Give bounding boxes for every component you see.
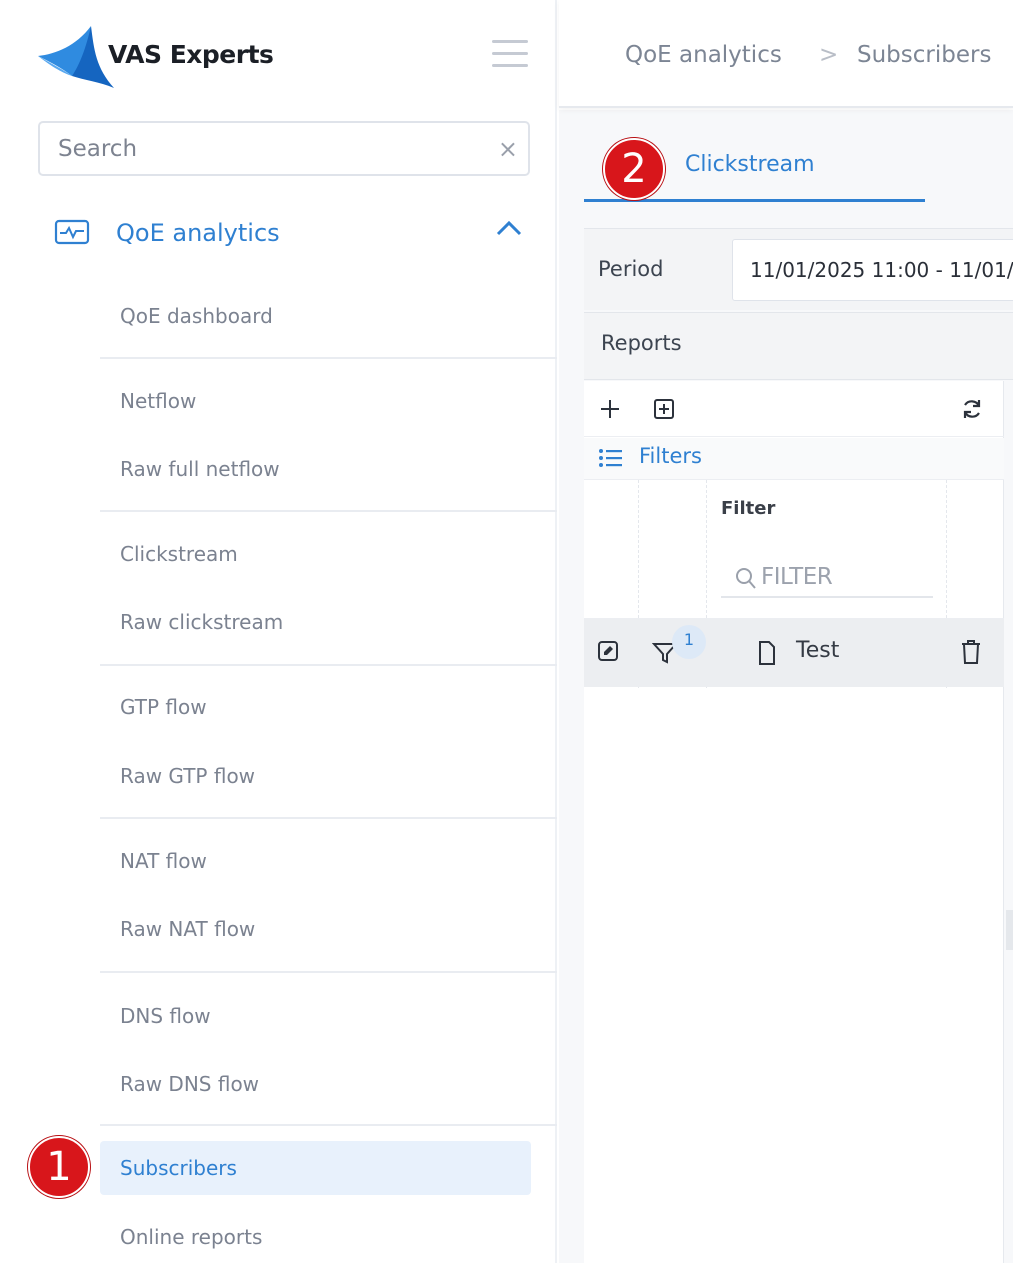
sidebar-item-dns-flow[interactable]: DNS flow (100, 991, 557, 1041)
divider (100, 664, 557, 666)
sidebar: VAS Experts × QoE analytics QoE dashboar… (0, 0, 557, 1263)
search-input[interactable] (40, 123, 460, 174)
filter-count-badge: 1 (672, 625, 706, 659)
add-box-icon[interactable] (648, 393, 680, 425)
refresh-icon[interactable] (956, 393, 988, 425)
trash-icon[interactable] (960, 639, 982, 665)
report-name[interactable]: Test (796, 638, 839, 663)
sidebar-item-raw-dns-flow[interactable]: Raw DNS flow (100, 1059, 557, 1109)
sidebar-item-raw-clickstream[interactable]: Raw clickstream (100, 597, 557, 647)
sidebar-item-gtp-flow[interactable]: GTP flow (100, 682, 557, 732)
divider (100, 817, 557, 819)
breadcrumb-item-subscribers: Subscribers (857, 42, 992, 68)
sidebar-item-online-reports[interactable]: Online reports (100, 1212, 557, 1262)
sidebar-item-qoe-dashboard[interactable]: QoE dashboard (100, 291, 557, 341)
sidebar-item-raw-full-netflow[interactable]: Raw full netflow (100, 444, 557, 494)
reports-header: Reports (584, 312, 1013, 380)
sidebar-item-clickstream[interactable]: Clickstream (100, 529, 557, 579)
breadcrumb-separator: > (819, 42, 839, 68)
sidebar-item-label: Online reports (120, 1225, 263, 1249)
sidebar-item-label: Raw clickstream (120, 610, 284, 634)
sidebar-group-label: QoE analytics (116, 219, 280, 247)
sidebar-item-nat-flow[interactable]: NAT flow (100, 836, 557, 886)
sidebar-item-label: Netflow (120, 389, 197, 413)
sidebar-item-label: QoE dashboard (120, 304, 273, 328)
divider (100, 1124, 557, 1126)
reports-label: Reports (601, 331, 682, 355)
sidebar-item-label: Raw NAT flow (120, 917, 256, 941)
filter-input[interactable] (761, 558, 931, 596)
divider (100, 357, 557, 359)
logo[interactable]: VAS Experts (36, 24, 274, 90)
brand-logo-icon (38, 26, 114, 88)
list-icon[interactable] (598, 447, 622, 469)
step-badge-1: 1 (28, 1136, 90, 1198)
filter-search (721, 558, 933, 598)
filters-toggle[interactable]: Filters (639, 444, 702, 468)
grid-header: Filter (584, 480, 1004, 619)
sidebar-item-raw-nat-flow[interactable]: Raw NAT flow (100, 904, 557, 954)
sidebar-item-netflow[interactable]: Netflow (100, 376, 557, 426)
resize-handle[interactable] (1006, 910, 1013, 950)
reports-grid: Filters Filter 1 Test (584, 381, 1004, 1263)
tab-clickstream[interactable]: Clickstream (685, 152, 815, 177)
table-row[interactable]: 1 Test (584, 619, 1004, 687)
sidebar-item-label: Raw full netflow (120, 457, 280, 481)
add-icon[interactable] (594, 393, 626, 425)
sidebar-item-label: NAT flow (120, 849, 207, 873)
sidebar-item-label: Raw DNS flow (120, 1072, 260, 1096)
grid-toolbar (584, 381, 1004, 437)
search-icon (736, 568, 756, 589)
sidebar-group-qoe-analytics[interactable]: QoE analytics (54, 208, 529, 258)
divider (100, 510, 557, 512)
chart-monitor-icon (54, 219, 90, 245)
step-badge-2: 2 (603, 138, 665, 200)
breadcrumb: QoE analytics > Subscribers (559, 0, 1013, 108)
breadcrumb-item-qoe-analytics[interactable]: QoE analytics (625, 42, 782, 68)
sidebar-item-label: GTP flow (120, 695, 207, 719)
brand-name: VAS Experts (108, 40, 274, 69)
sidebar-item-label: Subscribers (120, 1156, 237, 1180)
chevron-up-icon[interactable] (495, 218, 523, 238)
menu-toggle-icon[interactable] (492, 40, 528, 70)
clear-icon[interactable]: × (498, 135, 518, 163)
sidebar-item-subscribers[interactable]: Subscribers (100, 1141, 531, 1195)
column-header-filter[interactable]: Filter (721, 498, 775, 519)
period-date-range-input[interactable]: 11/01/2025 11:00 - 11/01/2 (732, 239, 1013, 301)
sidebar-item-label: Raw GTP flow (120, 764, 256, 788)
sidebar-item-raw-gtp-flow[interactable]: Raw GTP flow (100, 751, 557, 801)
edit-icon[interactable] (596, 639, 620, 663)
sidebar-item-label: Clickstream (120, 542, 238, 566)
sidebar-item-label: DNS flow (120, 1004, 211, 1028)
period-row: Period 11/01/2025 11:00 - 11/01/2 (584, 228, 1013, 310)
file-icon (759, 641, 775, 665)
period-label: Period (598, 257, 664, 281)
divider (100, 971, 557, 973)
sidebar-search: × (38, 121, 530, 176)
filters-bar: Filters (584, 438, 1004, 480)
